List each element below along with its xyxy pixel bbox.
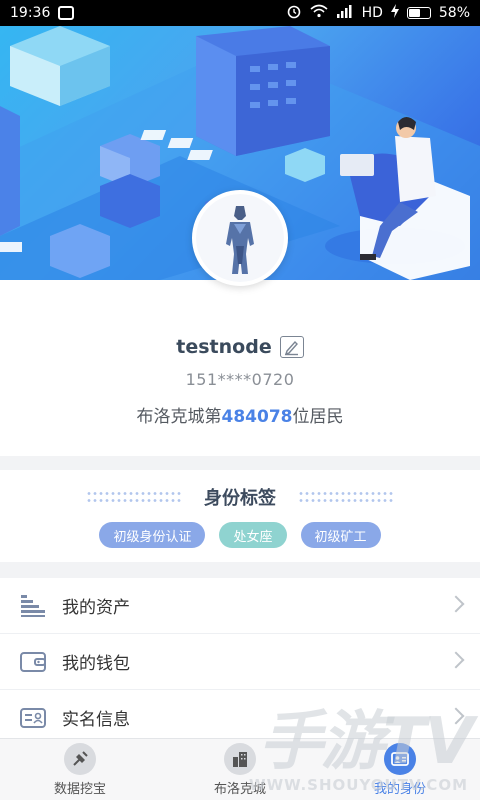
watermark-url: WWW.SHOUYOUTV.COM xyxy=(249,776,468,794)
tags-title-row: 身份标签 xyxy=(0,484,480,510)
notification-icon xyxy=(58,6,75,20)
wifi-icon xyxy=(310,4,328,22)
shovel-icon xyxy=(64,742,96,775)
menu-item-wallet[interactable]: 我的钱包 xyxy=(0,634,480,690)
wallet-icon xyxy=(18,649,48,675)
edit-profile-button[interactable] xyxy=(279,336,304,358)
decorative-dots-right xyxy=(298,490,394,504)
username: testnode xyxy=(176,336,272,358)
status-time: 19:36 xyxy=(10,5,51,21)
menu-label-real-name: 实名信息 xyxy=(62,710,130,730)
phone-number: 151****0720 xyxy=(185,370,295,389)
battery-icon xyxy=(406,7,431,19)
identity-tags-section: 身份标签 初级身份认证 处女座 初级矿工 xyxy=(0,470,480,562)
menu-list: 我的资产 我的钱包 实名信息 xyxy=(0,578,480,746)
username-row: testnode xyxy=(0,336,480,358)
alarm-icon xyxy=(286,3,302,23)
tag-list: 初级身份认证 处女座 初级矿工 xyxy=(0,522,480,548)
nav-label-data-mining: 数据挖宝 xyxy=(53,781,106,797)
identity-icon xyxy=(384,742,416,775)
tag-zodiac[interactable]: 处女座 xyxy=(219,522,287,548)
chevron-right-icon xyxy=(447,595,465,613)
menu-label-assets: 我的资产 xyxy=(62,598,130,618)
profile-card xyxy=(0,280,480,456)
network-type: HD xyxy=(361,5,383,21)
id-card-icon xyxy=(18,705,48,731)
tags-title: 身份标签 xyxy=(204,488,276,509)
pencil-icon xyxy=(284,340,298,356)
assets-icon xyxy=(18,593,48,619)
citizen-suffix: 位居民 xyxy=(292,407,344,427)
tag-basic-verification[interactable]: 初级身份认证 xyxy=(99,522,206,548)
chevron-right-icon xyxy=(447,651,465,669)
citizen-rank: 布洛克城第484078位居民 xyxy=(0,402,480,427)
citizen-number: 484078 xyxy=(221,407,293,427)
battery-percent: 58% xyxy=(438,5,470,21)
city-icon xyxy=(224,742,256,775)
chevron-right-icon xyxy=(447,707,465,725)
nav-data-mining[interactable]: 数据挖宝 xyxy=(0,739,160,800)
status-bar: 19:36 HD 58% xyxy=(0,0,480,26)
citizen-prefix: 布洛克城第 xyxy=(136,407,222,427)
tag-miner[interactable]: 初级矿工 xyxy=(300,522,381,548)
charging-icon xyxy=(390,4,399,22)
menu-item-assets[interactable]: 我的资产 xyxy=(0,578,480,634)
battery-fill xyxy=(408,9,420,17)
avatar[interactable] xyxy=(192,190,288,286)
signal-icon xyxy=(336,4,354,22)
menu-label-wallet: 我的钱包 xyxy=(62,654,130,674)
decorative-dots-left xyxy=(86,490,182,504)
